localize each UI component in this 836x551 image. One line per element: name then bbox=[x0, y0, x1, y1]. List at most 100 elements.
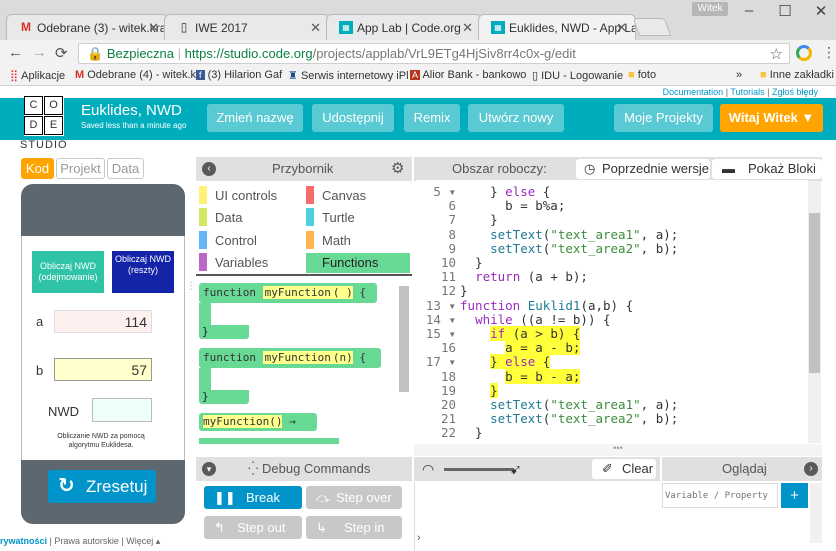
close-tab-icon[interactable]: ✕ bbox=[616, 20, 627, 36]
calc-modulo-button[interactable]: Obliczaj NWD (reszty) bbox=[112, 251, 174, 293]
line-number[interactable]: 12 bbox=[416, 283, 456, 298]
menu-dots-icon[interactable]: ⋮ bbox=[822, 44, 836, 61]
bookmark-facebook[interactable]: f (3) Hilarion Gaf bbox=[196, 69, 282, 81]
resize-handle-icon[interactable]: ⋮ bbox=[186, 282, 196, 300]
line-number[interactable]: 11 bbox=[416, 269, 456, 284]
input-a[interactable]: 114 bbox=[54, 310, 152, 333]
code-line[interactable]: b = b - a; bbox=[460, 368, 581, 384]
back-arrow-icon[interactable]: ← bbox=[8, 44, 23, 61]
close-tab-icon[interactable]: ✕ bbox=[462, 20, 473, 36]
close-window-icon[interactable]: ✕ bbox=[806, 2, 836, 20]
reset-button[interactable]: ↻ Zresetuj bbox=[48, 470, 156, 503]
line-number[interactable]: 18 bbox=[416, 369, 456, 384]
category-math[interactable]: Math bbox=[306, 231, 406, 249]
remix-button[interactable]: Remix bbox=[404, 104, 460, 132]
code-line[interactable]: } bbox=[460, 425, 483, 440]
speed-slider[interactable] bbox=[444, 468, 514, 471]
code-line[interactable]: } else { bbox=[460, 354, 551, 370]
close-tab-icon[interactable]: ✕ bbox=[148, 20, 159, 36]
bookmarks-overflow[interactable]: » bbox=[736, 69, 742, 81]
clear-button[interactable]: ✐ Clear bbox=[592, 459, 656, 479]
category-control[interactable]: Control bbox=[199, 231, 299, 249]
tab-data[interactable]: Data bbox=[107, 158, 144, 179]
copyright-link[interactable]: Prawa autorskie bbox=[54, 536, 119, 546]
report-bug-link[interactable]: Zgłoś błędy bbox=[772, 87, 818, 97]
category-variables[interactable]: Variables bbox=[199, 253, 299, 271]
line-number[interactable]: 6 bbox=[416, 198, 456, 213]
category-turtle[interactable]: Turtle bbox=[306, 208, 406, 226]
category-ui-controls[interactable]: UI controls bbox=[199, 186, 299, 204]
bookmark-alior[interactable]: A Alior Bank - bankowo bbox=[410, 69, 526, 81]
watch-scrollbar[interactable] bbox=[810, 483, 822, 543]
line-number[interactable]: 17 ▾ bbox=[416, 354, 456, 369]
block-function-def-param[interactable]: function myFunction (n) { bbox=[199, 348, 381, 368]
bookmark-other[interactable]: ■ Inne zakładki bbox=[760, 69, 834, 81]
line-number[interactable]: 16 bbox=[416, 340, 456, 355]
code-editor[interactable]: 5 ▾ } else {6 b = b%a; 7 } 8 setText("text… bbox=[416, 180, 808, 442]
step-out-button[interactable]: ↰ Step out bbox=[204, 516, 302, 539]
line-number[interactable]: 21 bbox=[416, 411, 456, 426]
code-line[interactable]: } else { bbox=[460, 184, 550, 199]
user-menu[interactable]: Witaj Witek ▼ bbox=[720, 104, 823, 132]
code-line[interactable]: setText("text_area1", a); bbox=[460, 227, 678, 242]
privacy-link[interactable]: rywatności bbox=[0, 536, 47, 546]
code-line[interactable]: b = b%a; bbox=[460, 198, 565, 213]
url-bar[interactable]: 🔒 Bezpieczna | https://studio.code.org/p… bbox=[78, 43, 790, 64]
browser-tab-euklides[interactable]: ▦ Euklides, NWD - App Lab ✕ bbox=[478, 14, 636, 40]
bookmark-apps[interactable]: ⣿ Aplikacje bbox=[10, 69, 65, 82]
minimize-icon[interactable]: – bbox=[734, 2, 764, 19]
bookmark-ipko[interactable]: ♜ Serwis internetowy iPl bbox=[288, 69, 409, 82]
editor-resize-handle[interactable]: ••• bbox=[414, 444, 822, 456]
maximize-icon[interactable]: ☐ bbox=[770, 2, 800, 20]
category-canvas[interactable]: Canvas bbox=[306, 186, 406, 204]
palette-scrollbar[interactable] bbox=[399, 286, 409, 392]
forward-arrow-icon[interactable]: → bbox=[32, 44, 47, 61]
gear-icon[interactable]: ⚙ bbox=[391, 157, 404, 181]
code-scrollbar[interactable] bbox=[808, 181, 821, 443]
line-number[interactable]: 14 ▾ bbox=[416, 312, 456, 327]
tutorials-link[interactable]: Tutorials bbox=[730, 87, 764, 97]
watch-input[interactable] bbox=[662, 483, 778, 508]
share-button[interactable]: Udostępnij bbox=[312, 104, 394, 132]
bookmark-gmail[interactable]: M Odebrane (4) - witek.k bbox=[75, 69, 196, 81]
category-functions[interactable]: Functions bbox=[306, 253, 410, 273]
documentation-link[interactable]: Documentation bbox=[663, 87, 724, 97]
break-button[interactable]: ❚❚ Break bbox=[204, 486, 302, 509]
collapse-watch-icon[interactable]: › bbox=[804, 462, 818, 476]
line-number[interactable]: 15 ▾ bbox=[416, 326, 456, 341]
line-number[interactable]: 9 bbox=[416, 241, 456, 256]
line-number[interactable]: 7 bbox=[416, 212, 456, 227]
show-blocks-button[interactable]: ▬ Pokaż Bloki bbox=[712, 159, 822, 179]
line-number[interactable]: 20 bbox=[416, 397, 456, 412]
rename-button[interactable]: Zmień nazwę bbox=[207, 104, 303, 132]
category-data[interactable]: Data bbox=[199, 208, 299, 226]
new-tab-button[interactable] bbox=[632, 18, 672, 36]
code-line[interactable]: return (a + b); bbox=[460, 269, 588, 284]
console-output[interactable]: › bbox=[414, 482, 660, 551]
code-line[interactable]: setText("text_area2", b); bbox=[460, 241, 678, 256]
step-over-button[interactable]: ⤼ Step over bbox=[306, 486, 402, 509]
close-tab-icon[interactable]: ✕ bbox=[310, 20, 321, 36]
code-line[interactable]: } bbox=[460, 212, 498, 227]
code-line[interactable]: a = a - b; bbox=[460, 340, 581, 356]
tab-project[interactable]: Projekt bbox=[56, 158, 105, 179]
star-icon[interactable]: ☆ bbox=[770, 45, 783, 63]
collapse-debug-icon[interactable]: ▾ bbox=[202, 462, 216, 476]
line-number[interactable]: 8 bbox=[416, 227, 456, 242]
code-line[interactable]: } bbox=[460, 382, 498, 398]
code-line[interactable]: setText("text_area2", b); bbox=[460, 411, 678, 426]
bookmark-foto[interactable]: ■ foto bbox=[628, 69, 656, 81]
code-line[interactable]: while ((a != b)) { bbox=[460, 312, 610, 327]
profile-badge[interactable]: Witek bbox=[692, 2, 728, 16]
calc-subtract-button[interactable]: Obliczaj NWD (odejmowanie) bbox=[32, 251, 104, 293]
code-line[interactable]: if (a > b) { bbox=[460, 326, 581, 341]
collapse-toolbox-icon[interactable]: ‹ bbox=[202, 162, 216, 176]
line-number[interactable]: 13 ▾ bbox=[416, 298, 456, 313]
code-line[interactable]: } bbox=[460, 283, 468, 298]
tab-code[interactable]: Kod bbox=[21, 158, 54, 179]
block-function-def[interactable]: function myFunction( ) { bbox=[199, 283, 377, 303]
my-projects-button[interactable]: Moje Projekty bbox=[614, 104, 713, 132]
line-number[interactable]: 22 bbox=[416, 425, 456, 440]
more-link[interactable]: Więcej ▴ bbox=[126, 536, 160, 546]
previous-versions-button[interactable]: ◷ Poprzednie wersje bbox=[576, 159, 710, 179]
